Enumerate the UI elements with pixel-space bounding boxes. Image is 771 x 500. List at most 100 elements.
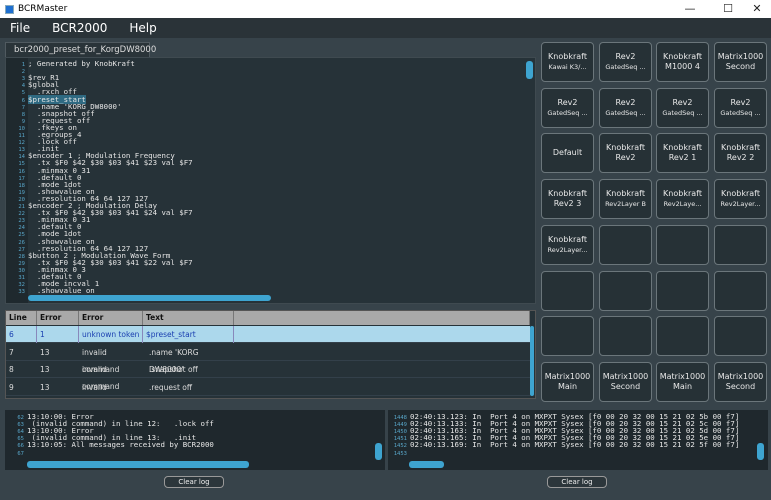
table-row[interactable]: 1013invalid command.fkeys on [6, 396, 530, 398]
preset-name: Knobkraft [663, 189, 702, 199]
preset-subtitle: Rev2Laye... [663, 200, 702, 209]
table-cell: 13 [40, 365, 50, 374]
preset-button[interactable]: Knobkraft Rev2 1 [656, 133, 709, 174]
preset-subtitle: Rev2Layer B [605, 200, 646, 209]
table-cell: unknown token [79, 326, 143, 343]
preset-button[interactable] [714, 316, 767, 357]
preset-button[interactable] [541, 316, 594, 357]
column-header[interactable]: Line [6, 311, 37, 325]
code-line: 1453 [388, 449, 410, 457]
preset-button[interactable]: Matrix1000 Second [599, 361, 652, 402]
table-cell: .fkeys on [143, 396, 234, 398]
table-cell: .snapshot off [149, 365, 198, 374]
preset-button[interactable]: Matrix1000 Second [714, 361, 767, 402]
preset-name: Knobkraft [663, 143, 702, 153]
code-editor[interactable]: 1; Generated by KnobKraft 2 3 $rev R1 4 $glob… [5, 57, 536, 304]
preset-button[interactable]: Rev2 GatedSeq ... [714, 87, 767, 128]
menu-file[interactable]: File [10, 21, 30, 35]
log-right-vertical-scrollbar[interactable] [757, 443, 764, 460]
preset-button[interactable]: Knobkraft Kawai K3/... [541, 42, 594, 82]
preset-name: Rev2 [615, 52, 636, 61]
preset-name: Matrix1000 [659, 371, 706, 381]
preset-button[interactable] [541, 270, 594, 311]
menu-bcr2000[interactable]: BCR2000 [52, 21, 107, 35]
table-cell: 7 [9, 347, 14, 357]
preset-button[interactable]: Knobkraft Rev2Layer B [599, 179, 652, 220]
preset-subtitle: Main [557, 381, 578, 391]
preset-button[interactable] [599, 270, 652, 311]
table-cell: 10 [6, 396, 37, 398]
preset-subtitle: GatedSeq ... [605, 63, 646, 71]
preset-button[interactable]: Rev2 GatedSeq ... [599, 42, 652, 82]
code-line: 1452 02:40:13.169: In Port 4 on MXPXT Sys… [388, 440, 740, 450]
menu-help[interactable]: Help [129, 21, 156, 35]
table-cell: invalid command [82, 382, 107, 392]
preset-subtitle: Rev2 3 [553, 199, 582, 209]
close-button[interactable]: ✕ [743, 0, 771, 18]
preset-button[interactable]: Rev2 GatedSeq ... [656, 87, 709, 128]
column-header[interactable]: Error code [37, 311, 79, 336]
preset-name: Knobkraft [663, 52, 702, 61]
clear-log-button-left[interactable]: Clear log [164, 476, 224, 488]
preset-button[interactable]: Default [541, 133, 594, 174]
preset-name: Knobkraft [606, 189, 645, 199]
editor-horizontal-scrollbar[interactable] [28, 295, 271, 301]
line-text: 02:40:13.169: In Port 4 on MXPXT Sysex [… [410, 440, 740, 450]
bcr-log[interactable]: 62 13:10:00: Error 63 (invalid command) in… [5, 410, 385, 470]
preset-button[interactable]: Knobkraft Rev2Laye... [656, 179, 709, 220]
preset-button[interactable]: Knobkraft M1000 4 [656, 42, 709, 82]
preset-button[interactable] [599, 316, 652, 357]
preset-button[interactable]: Matrix1000 Main [541, 361, 594, 402]
preset-button[interactable] [656, 316, 709, 357]
preset-button[interactable]: Knobkraft Rev2 2 [714, 133, 767, 174]
code-line: 1; Generated by KnobKraft [6, 60, 135, 68]
app-icon [5, 4, 14, 14]
preset-button[interactable] [714, 270, 767, 311]
tab-preset-file[interactable]: bcr2000_preset_for_KorgDW8000 [5, 42, 156, 58]
code-line: 67 [5, 449, 27, 457]
preset-button[interactable]: Knobkraft Rev2 [599, 133, 652, 174]
table-row[interactable]: 6 1 unknown token $preset_start [6, 326, 530, 343]
clear-log-button-right[interactable]: Clear log [547, 476, 607, 488]
log-right-horizontal-scrollbar[interactable] [409, 461, 444, 468]
preset-button[interactable]: Knobkraft Rev2 3 [541, 179, 594, 220]
table-cell: invalid command [82, 347, 120, 374]
table-row[interactable]: 8 13 invalid command .snapshot off [6, 361, 530, 391]
preset-button[interactable]: Rev2 GatedSeq ... [599, 87, 652, 128]
preset-button[interactable]: Matrix1000 Second [714, 42, 767, 82]
preset-button[interactable] [599, 224, 652, 265]
preset-subtitle: Second [610, 381, 641, 391]
table-row[interactable]: 7 13 invalid command .name 'KORG DW8000' [6, 344, 530, 374]
preset-name: Rev2 [672, 97, 693, 107]
preset-name: Default [552, 148, 583, 158]
preset-button[interactable] [714, 224, 767, 265]
preset-button[interactable]: Knobkraft Rev2Layer... [541, 224, 594, 265]
preset-name: Knobkraft [721, 189, 760, 199]
table-row[interactable]: 913invalid command.request off [6, 379, 530, 396]
preset-name: Knobkraft [606, 143, 645, 153]
column-header[interactable]: Error description [79, 311, 143, 336]
midi-log[interactable]: 1448 02:40:13.123: In Port 4 on MXPXT Sys… [388, 410, 768, 470]
table-vertical-scrollbar[interactable] [530, 326, 534, 396]
window-title: BCRMaster [18, 4, 68, 14]
maximize-button[interactable]: ☐ [714, 0, 742, 18]
preset-button[interactable]: Matrix1000 Main [656, 361, 709, 402]
preset-button[interactable] [656, 270, 709, 311]
preset-name: Matrix1000 [602, 371, 649, 381]
column-header[interactable]: Text [143, 311, 234, 325]
table-cell: 13 [37, 396, 79, 398]
preset-name: Knobkraft [721, 143, 760, 153]
log-left-vertical-scrollbar[interactable] [375, 443, 382, 460]
preset-button[interactable]: Knobkraft Rev2Layer... [714, 179, 767, 220]
preset-subtitle: GatedSeq ... [720, 108, 761, 117]
preset-subtitle: M1000 4 [665, 62, 700, 71]
log-left-horizontal-scrollbar[interactable] [27, 461, 249, 468]
preset-button[interactable]: Rev2 GatedSeq ... [541, 87, 594, 128]
line-text: .showvalue on [28, 286, 95, 296]
preset-button[interactable] [656, 224, 709, 265]
minimize-button[interactable]: — [676, 0, 704, 18]
table-cell: .name 'KORG DW8000' [149, 347, 199, 374]
editor-vertical-scrollbar[interactable] [526, 61, 533, 79]
line-number: 1453 [393, 450, 407, 457]
preset-name: Rev2 [557, 97, 578, 107]
